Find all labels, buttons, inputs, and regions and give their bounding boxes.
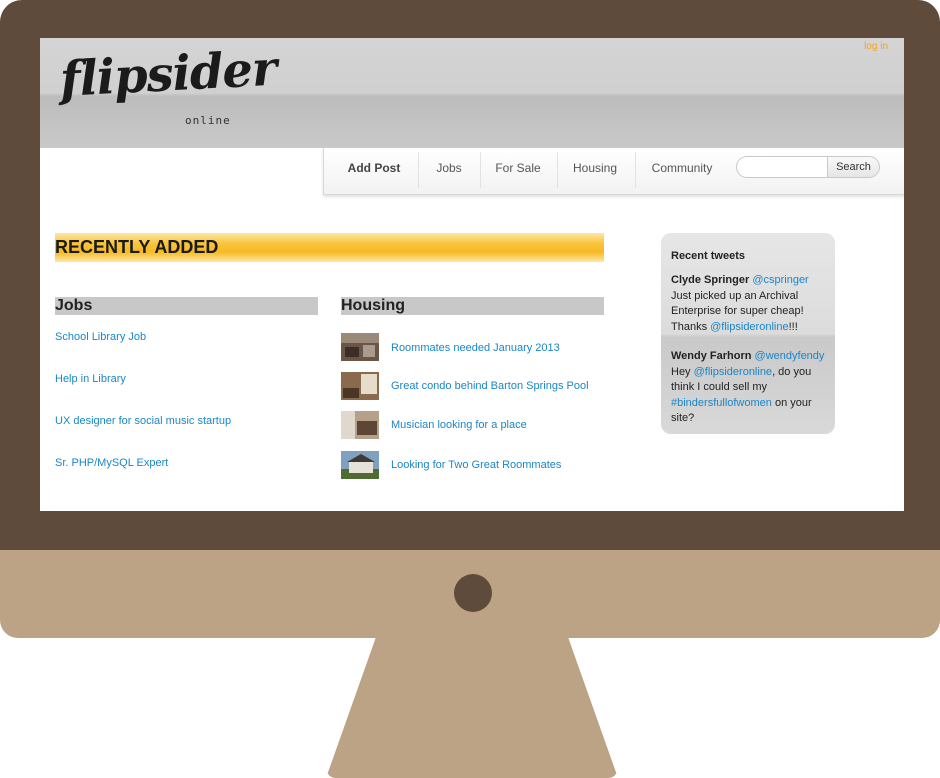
tweet-text: !!! xyxy=(788,320,798,333)
nav-divider xyxy=(557,152,558,188)
room-photo-icon xyxy=(341,372,379,400)
screen: flipsider online log in Add Post Jobs Fo… xyxy=(40,38,904,511)
tweet-hashtag[interactable]: #bindersfullofwomen xyxy=(671,397,772,409)
nav-housing[interactable]: Housing xyxy=(559,148,631,194)
housing-link[interactable]: Musician looking for a place xyxy=(391,419,527,431)
nav-jobs[interactable]: Jobs xyxy=(420,148,478,194)
search-input[interactable] xyxy=(736,156,837,178)
tweet-mention[interactable]: @flipsideronline xyxy=(694,366,772,378)
room-photo-icon xyxy=(341,333,379,361)
main-nav: Add Post Jobs For Sale Housing Community… xyxy=(323,148,904,195)
housing-link[interactable]: Looking for Two Great Roommates xyxy=(391,459,561,471)
recently-added-banner: RECENTLY ADDED xyxy=(55,233,604,262)
job-link[interactable]: Sr. PHP/MySQL Expert xyxy=(55,457,168,469)
housing-link[interactable]: Roommates needed January 2013 xyxy=(391,342,560,354)
recently-added-title: RECENTLY ADDED xyxy=(55,237,219,257)
logo-subtitle: online xyxy=(185,114,231,127)
nav-for-sale[interactable]: For Sale xyxy=(482,148,554,194)
job-link[interactable]: Help in Library xyxy=(55,373,126,385)
search-button[interactable]: Search xyxy=(827,156,880,178)
tweet-text: Hey xyxy=(671,365,694,378)
tweet-author: Clyde Springer xyxy=(671,274,750,286)
tweet-handle[interactable]: @wendyfendy xyxy=(755,350,825,362)
recent-tweets-panel: Recent tweets Clyde Springer @cspringer … xyxy=(661,233,835,434)
house-photo-icon xyxy=(341,451,379,479)
tweet: Wendy Farhorn @wendyfendy Hey @flipsider… xyxy=(671,349,831,427)
tweet-author: Wendy Farhorn xyxy=(671,350,752,362)
tweet: Clyde Springer @cspringer Just picked up… xyxy=(671,273,831,335)
housing-heading: Housing xyxy=(341,297,604,315)
room-photo-icon xyxy=(341,411,379,439)
housing-thumbnail[interactable] xyxy=(341,451,379,479)
nav-divider xyxy=(480,152,481,188)
nav-divider xyxy=(418,152,419,188)
site-header: flipsider online log in xyxy=(40,38,904,148)
login-link[interactable]: log in xyxy=(864,41,888,52)
tweet-mention[interactable]: @flipsideronline xyxy=(710,321,788,333)
housing-thumbnail[interactable] xyxy=(341,372,379,400)
job-link[interactable]: School Library Job xyxy=(55,331,146,343)
tweet-handle[interactable]: @cspringer xyxy=(752,274,808,286)
nav-add-post[interactable]: Add Post xyxy=(334,148,414,194)
job-link[interactable]: UX designer for social music startup xyxy=(55,415,231,427)
power-button-icon xyxy=(454,574,492,612)
nav-divider xyxy=(635,152,636,188)
jobs-heading: Jobs xyxy=(55,297,318,315)
nav-community[interactable]: Community xyxy=(637,148,727,194)
recent-tweets-title: Recent tweets xyxy=(671,250,745,262)
site-logo[interactable]: flipsider xyxy=(59,41,278,108)
monitor-stand xyxy=(326,638,618,778)
housing-thumbnail[interactable] xyxy=(341,411,379,439)
housing-link[interactable]: Great condo behind Barton Springs Pool xyxy=(391,380,589,392)
housing-thumbnail[interactable] xyxy=(341,333,379,361)
